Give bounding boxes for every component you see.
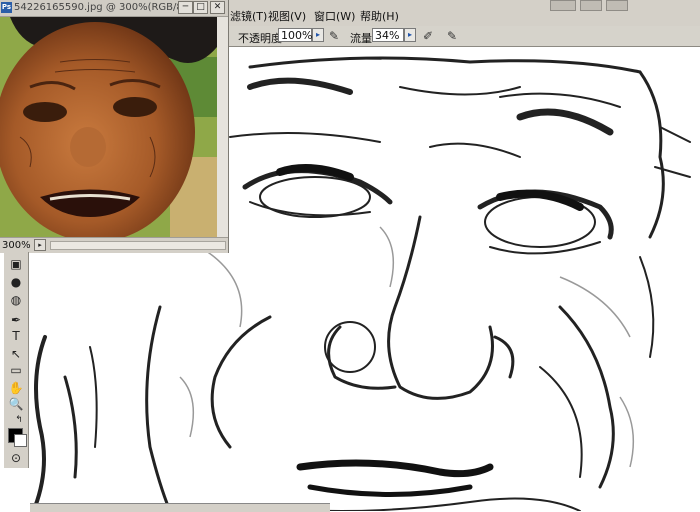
portrait-photo xyxy=(0,17,217,237)
maximize-button[interactable]: □ xyxy=(193,1,208,14)
airbrush-icon[interactable]: ✐ xyxy=(420,28,436,44)
path-select-tool-icon[interactable]: ↖ xyxy=(7,346,25,362)
document-statusbar: 300% ▸ xyxy=(0,237,228,253)
menu-filter[interactable]: 滤镜(T) xyxy=(230,8,267,24)
default-colors-icon[interactable] xyxy=(4,412,14,428)
document-titlebar[interactable]: Ps 54226165590.jpg @ 300%(RGB/8) ─ □ ✕ xyxy=(0,0,228,17)
quick-mask-icon[interactable]: ⊙ xyxy=(7,450,25,466)
shape-tool-icon[interactable]: ▭ xyxy=(7,362,25,378)
blur-tool-icon[interactable]: ● xyxy=(7,274,25,290)
photo-preview xyxy=(0,17,217,237)
workspace-button-3[interactable] xyxy=(606,0,628,11)
toolbox: ▣ ● ◍ ✒ T ↖ ▭ ✋ 🔍 ↰ ⊙ xyxy=(4,252,29,468)
hand-tool-icon[interactable]: ✋ xyxy=(7,380,25,396)
vertical-scrollbar[interactable] xyxy=(217,17,228,237)
document-window: Ps 54226165590.jpg @ 300%(RGB/8) ─ □ ✕ 3… xyxy=(0,0,229,253)
background-color-swatch[interactable] xyxy=(14,434,27,447)
opacity-dropdown-icon[interactable]: ▸ xyxy=(312,28,324,42)
type-tool-icon[interactable]: T xyxy=(7,328,25,344)
minimize-button[interactable]: ─ xyxy=(178,1,193,14)
pen-tool-icon[interactable]: ✒ xyxy=(7,312,25,328)
tablet-opacity-icon[interactable]: ✎ xyxy=(326,28,342,44)
flow-field[interactable]: 34% xyxy=(372,28,404,42)
workspace-button[interactable] xyxy=(550,0,576,11)
options-bar: 不透明度: 100% ▸ ✎ 流量: 34% ▸ ✐ ✎ xyxy=(228,26,700,47)
zoom-tool-icon[interactable]: 🔍 xyxy=(7,396,25,412)
dodge-tool-icon[interactable]: ◍ xyxy=(7,292,25,308)
menu-help[interactable]: 帮助(H) xyxy=(360,8,399,24)
gradient-tool-icon[interactable]: ▣ xyxy=(7,256,25,272)
menu-view[interactable]: 视图(V) xyxy=(268,8,306,24)
tablet-flow-icon[interactable]: ✎ xyxy=(444,28,460,44)
status-menu-icon[interactable]: ▸ xyxy=(34,239,46,251)
photoshop-icon: Ps xyxy=(1,2,12,13)
workspace-button-2[interactable] xyxy=(580,0,602,11)
swap-colors-icon[interactable]: ↰ xyxy=(14,412,24,428)
menu-bar: 滤镜(T) 视图(V) 窗口(W) 帮助(H) xyxy=(228,0,700,27)
flow-dropdown-icon[interactable]: ▸ xyxy=(404,28,416,42)
zoom-level[interactable]: 300% xyxy=(2,240,31,251)
horizontal-scrollbar[interactable] xyxy=(50,241,226,250)
menu-window[interactable]: 窗口(W) xyxy=(314,8,355,24)
document-title: 54226165590.jpg @ 300%(RGB/8) xyxy=(14,2,187,13)
close-button[interactable]: ✕ xyxy=(210,1,225,14)
opacity-field[interactable]: 100% xyxy=(278,28,312,42)
